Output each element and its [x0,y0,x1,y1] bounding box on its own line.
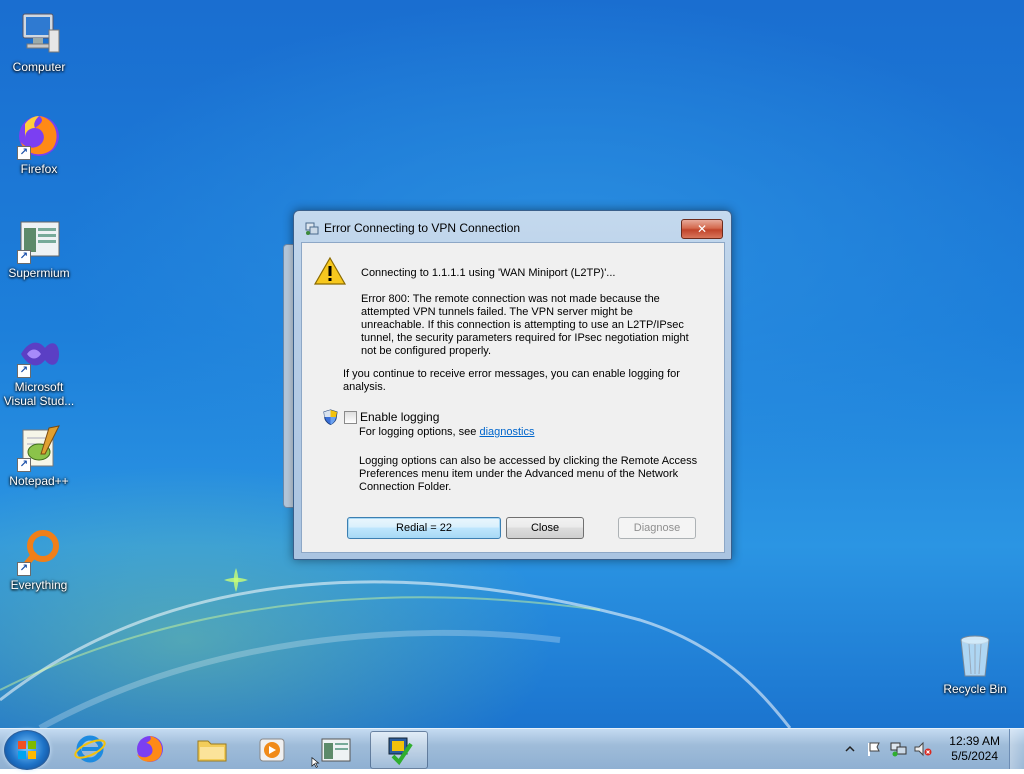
network-icon[interactable] [890,741,908,757]
error-line-2: attempted VPN tunnels failed. The VPN se… [361,306,633,318]
dialog-titlebar[interactable]: Error Connecting to VPN Connection ✕ [294,211,731,241]
enable-logging-checkbox[interactable] [344,411,357,424]
desktop-icon-label: Computer [12,60,66,74]
diagnose-button: Diagnose [618,517,696,539]
shortcut-arrow-icon: ↗ [17,562,31,576]
everything-icon: ↗ [15,528,63,576]
desktop-icon-everything[interactable]: ↗ Everything [0,528,78,592]
mouse-cursor-icon [311,757,320,768]
desktop-icon-label: Recycle Bin [943,682,1007,696]
shortcut-arrow-icon: ↗ [17,146,31,160]
taskbar: 12:39 AM 5/5/2024 [0,728,1024,770]
logging-options-text: For logging options, see diagnostics [359,426,535,439]
error-line-5: not be configured properly. [361,345,492,357]
action-center-flag-icon[interactable] [866,741,882,757]
internet-explorer-icon [74,735,106,763]
error-line-1: Error 800: The remote connection was not… [361,293,660,305]
connecting-text: Connecting to 1.1.1.1 using 'WAN Minipor… [361,267,616,279]
info-line-1: Logging options can also be accessed by … [359,455,698,467]
desktop-icon-label: Firefox [20,162,58,176]
desktop-icon-firefox[interactable]: ↗ Firefox [0,112,78,176]
dialog-title: Error Connecting to VPN Connection [324,221,521,235]
clock-time: 12:39 AM [949,734,1000,748]
taskbar-firefox[interactable] [122,731,178,767]
recycle-bin-icon [951,632,999,680]
redial-button[interactable]: Redial = 22 [347,517,501,539]
vpn-error-dialog: Error Connecting to VPN Connection ✕ Con… [293,210,732,560]
info-line-2: Preferences menu item under the Advanced… [359,468,679,480]
show-hidden-icons-icon[interactable] [842,741,858,757]
continue-line-1: If you continue to receive error message… [343,368,680,380]
shortcut-arrow-icon: ↗ [17,364,31,378]
taskbar-vpn-connection[interactable] [370,731,428,769]
computer-icon [15,10,63,58]
desktop-icon-label: Notepad++ [9,474,69,488]
desktop-icon-computer[interactable]: Computer [0,10,78,74]
desktop: Computer ↗ Firefox ↗ Supermium ↗ Microso… [0,0,1024,728]
supermium-icon: ↗ [15,216,63,264]
desktop-icon-label: Everything [10,578,68,592]
clock-date: 5/5/2024 [951,749,998,763]
diagnostics-link[interactable]: diagnostics [479,426,534,438]
media-player-icon [259,738,285,762]
close-window-button[interactable]: ✕ [681,219,723,239]
taskbar-internet-explorer[interactable] [62,731,118,767]
volume-muted-icon[interactable] [914,741,932,757]
file-explorer-icon [197,740,227,762]
continue-line-2: analysis. [343,381,386,393]
error-line-3: unreachable. If this connection is attem… [361,319,684,331]
uac-shield-icon [323,409,338,425]
system-clock[interactable]: 12:39 AM 5/5/2024 [949,734,1000,764]
desktop-icon-notepadpp[interactable]: ↗ Notepad++ [0,424,78,488]
visual-studio-icon: ↗ [15,330,63,378]
shortcut-arrow-icon: ↗ [17,250,31,264]
error-line-4: tunnel, the security parameters required… [361,332,689,344]
taskbar-media-player[interactable] [244,731,300,767]
firefox-icon: ↗ [15,112,63,160]
desktop-icon-label: Supermium [8,266,70,280]
windows-logo-icon [18,741,36,759]
desktop-icon-recycle-bin[interactable]: Recycle Bin [936,632,1014,696]
start-button[interactable] [4,730,50,770]
desktop-icon-supermium[interactable]: ↗ Supermium [0,216,78,280]
info-line-3: Connection Folder. [359,481,452,493]
close-button[interactable]: Close [506,517,584,539]
logging-options-prefix: For logging options, see [359,426,480,438]
vpn-connection-icon [305,222,319,235]
show-desktop-button[interactable] [1009,729,1024,769]
enable-logging-label[interactable]: Enable logging [360,411,439,424]
notepadpp-icon: ↗ [15,424,63,472]
desktop-icon-visual-studio[interactable]: ↗ Microsoft Visual Stud... [0,330,78,408]
firefox-icon [137,736,163,762]
shortcut-arrow-icon: ↗ [17,458,31,472]
dialog-body: Connecting to 1.1.1.1 using 'WAN Minipor… [301,242,725,553]
desktop-icon-label: Microsoft Visual Stud... [3,380,75,408]
vpn-connection-icon [388,737,413,766]
warning-icon [313,256,347,285]
taskbar-file-explorer[interactable] [184,731,240,767]
